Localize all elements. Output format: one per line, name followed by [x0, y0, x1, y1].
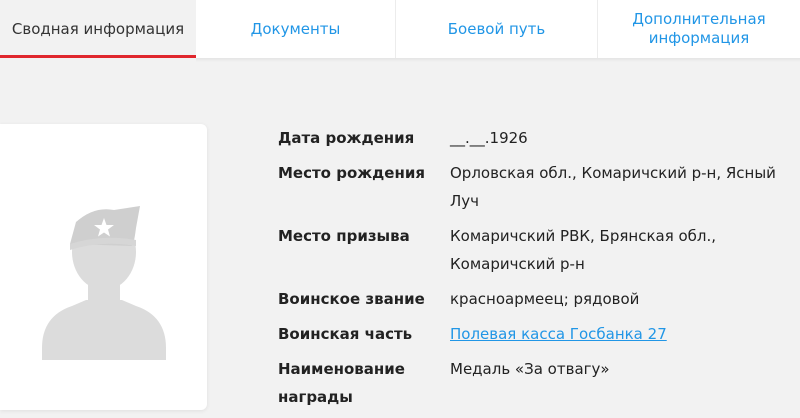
- draft-place-value: Комаричский РВК, Брянская обл., Комаричс…: [450, 227, 717, 273]
- award-label: Наименование награды: [278, 360, 405, 406]
- tab-documents[interactable]: Документы: [196, 0, 396, 58]
- person-info: Дата рождения __.__.1926 Место рождения …: [278, 124, 788, 418]
- info-row-birth-place: Место рождения Орловская обл., Комаричск…: [278, 159, 788, 215]
- photo-card: [0, 124, 207, 410]
- info-row-rank: Воинское звание красноармеец; рядовой: [278, 285, 788, 313]
- birth-place-value: Орловская обл., Комаричский р-н, Ясный Л…: [450, 164, 776, 210]
- tab-bar-shadow: [196, 58, 800, 62]
- unit-link[interactable]: Полевая касса Госбанка 27: [450, 325, 667, 343]
- award-value: Медаль «За отвагу»: [450, 360, 610, 378]
- tab-summary[interactable]: Сводная информация: [0, 0, 196, 58]
- rank-value: красноармеец; рядовой: [450, 290, 640, 308]
- info-row-unit: Воинская часть Полевая касса Госбанка 27: [278, 320, 788, 348]
- tab-bar: Сводная информация Документы Боевой путь…: [0, 0, 800, 58]
- birth-place-label: Место рождения: [278, 164, 425, 182]
- tab-combat-path[interactable]: Боевой путь: [396, 0, 598, 58]
- rank-label: Воинское звание: [278, 290, 425, 308]
- info-row-draft-place: Место призыва Комаричский РВК, Брянская …: [278, 222, 788, 278]
- info-row-award: Наименование награды Медаль «За отвагу»: [278, 355, 788, 411]
- birth-date-value: __.__.1926: [450, 129, 528, 147]
- unit-value: Полевая касса Госбанка 27: [450, 320, 780, 348]
- unit-label: Воинская часть: [278, 325, 413, 343]
- birth-date-label: Дата рождения: [278, 129, 415, 147]
- soldier-silhouette-icon: [42, 206, 166, 360]
- draft-place-label: Место призыва: [278, 227, 410, 245]
- tab-additional-info[interactable]: Дополнительная информация: [598, 0, 800, 58]
- info-row-birth-date: Дата рождения __.__.1926: [278, 124, 788, 152]
